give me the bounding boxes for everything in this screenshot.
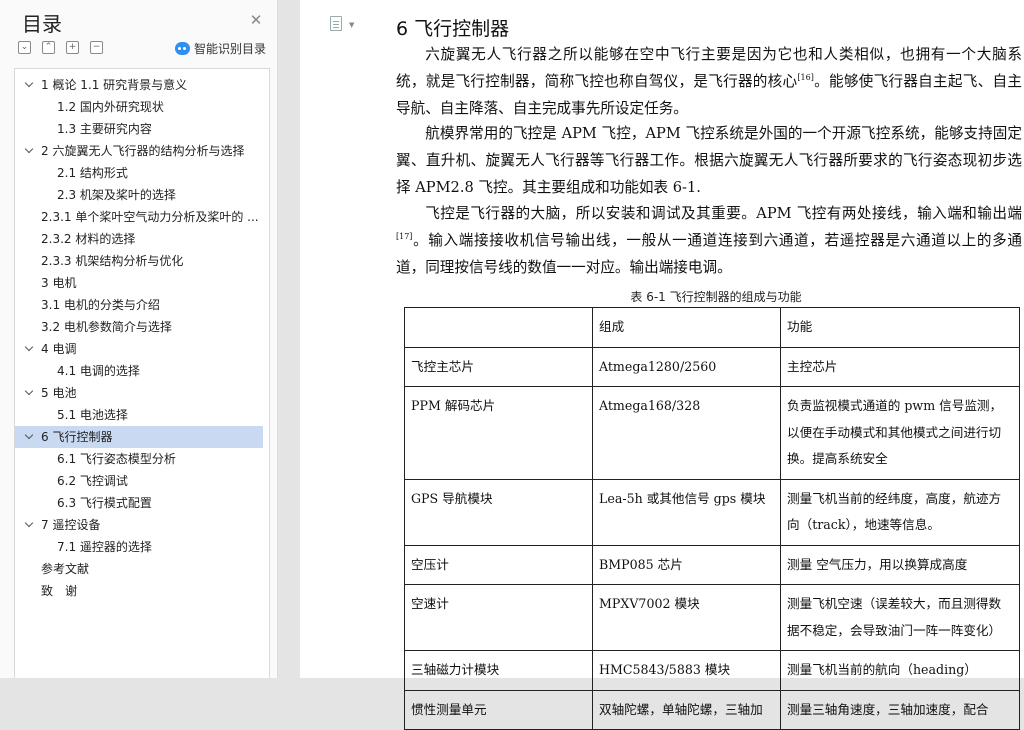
chevron-down-icon[interactable]: ▼ [349, 21, 354, 29]
table-cell: 测量 空气压力，用以换算成高度 [780, 544, 1020, 585]
table-cell: Lea-5h 或其他信号 gps 模块 [592, 478, 781, 546]
toc-item[interactable]: 3.2 电机参数简介与选择 [15, 316, 269, 338]
collapse-all-icon[interactable]: ⌄ [18, 41, 31, 54]
toc-item[interactable]: 3 电机 [15, 272, 269, 294]
chevron-down-icon[interactable] [25, 520, 34, 529]
table-cell: BMP085 芯片 [592, 544, 781, 585]
toc-item[interactable]: 6.2 飞控调试 [15, 470, 269, 492]
table-row: 空速计 MPXV7002 模块 测量飞机空速（误差较大，而且测得数据不稳定，会导… [404, 584, 1020, 651]
table-cell: 测量三轴角速度，三轴加速度，配合 [780, 689, 1020, 730]
chevron-down-icon[interactable] [25, 80, 34, 89]
toc-item[interactable]: 3.1 电机的分类与介绍 [15, 294, 269, 316]
citation: [16] [797, 72, 814, 82]
document-page: ▼ 6 飞行控制器 六旋翼无人飞行器之所以能够在空中飞行主要是因为它也和人类相似… [300, 0, 1024, 730]
remove-icon[interactable]: − [90, 41, 103, 54]
toc-list: 1 概论 1.1 研究背景与意义 1.2 国内外研究现状 1.3 主要研究内容 … [14, 68, 270, 678]
table-cell: 飞控主芯片 [404, 346, 593, 387]
chevron-down-icon[interactable] [25, 344, 34, 353]
paragraph: 六旋翼无人飞行器之所以能够在空中飞行主要是因为它也和人类相似，也拥有一个大脑系统… [396, 46, 1022, 117]
table-cell: 惯性测量单元 [404, 689, 593, 730]
table-cell: 测量飞机空速（误差较大，而且测得数据不稳定，会导致油门一阵一阵变化） [780, 584, 1020, 651]
toc-item[interactable]: 6.3 飞行模式配置 [15, 492, 269, 514]
chevron-down-icon[interactable] [25, 432, 34, 441]
close-icon[interactable]: ✕ [248, 12, 264, 28]
toc-item[interactable]: 4 电调 [15, 338, 269, 360]
table-cell: 双轴陀螺，单轴陀螺，三轴加 [592, 689, 781, 730]
toc-item[interactable]: 致 谢 [15, 580, 269, 602]
add-icon[interactable]: + [66, 41, 79, 54]
table-row: PPM 解码芯片 Atmega168/328 负责监视模式通道的 pwm 信号监… [404, 386, 1020, 480]
toc-item[interactable]: 2.3.2 材料的选择 [15, 228, 269, 250]
table-row: 空压计 BMP085 芯片 测量 空气压力，用以换算成高度 [404, 544, 1020, 585]
toc-title: 目录 [22, 12, 62, 36]
toc-item[interactable]: 7 遥控设备 [15, 514, 269, 536]
toc-item[interactable]: 2.3.1 单个桨叶空气动力分析及桨叶的 ... [15, 206, 269, 228]
section-heading: 6 飞行控制器 [396, 18, 510, 40]
data-table: 组成 功能 飞控主芯片 Atmega1280/2560 主控芯片 PPM 解码芯… [404, 307, 1020, 730]
header-cell [404, 307, 593, 348]
table-cell: MPXV7002 模块 [592, 584, 781, 651]
toc-item[interactable]: 1.3 主要研究内容 [15, 118, 269, 140]
table-header-row: 组成 功能 [404, 307, 1020, 348]
toc-sidebar: 目录 ✕ ⌄ ⌃ + − 智能识别目录 1 概论 1.1 研究背景与意义 1.2… [0, 0, 278, 678]
smart-toc-label: 智能识别目录 [194, 42, 267, 56]
toc-item-selected[interactable]: 6 飞行控制器 [15, 426, 263, 448]
table-cell: 测量飞机当前的经纬度，高度，航迹方向（track），地速等信息。 [780, 478, 1020, 546]
table-cell: 三轴磁力计模块 [404, 650, 593, 691]
chevron-down-icon[interactable] [25, 146, 34, 155]
smart-toc-button[interactable]: 智能识别目录 [175, 40, 266, 57]
expand-all-icon[interactable]: ⌃ [42, 41, 55, 54]
toc-item[interactable]: 1 概论 1.1 研究背景与意义 [15, 74, 269, 96]
toc-item[interactable]: 参考文献 [15, 558, 269, 580]
toc-item[interactable]: 2.3 机架及桨叶的选择 [15, 184, 269, 206]
toc-item[interactable]: 5.1 电池选择 [15, 404, 269, 426]
table-cell: PPM 解码芯片 [404, 386, 593, 480]
table-row: GPS 导航模块 Lea-5h 或其他信号 gps 模块 测量飞机当前的经纬度，… [404, 478, 1020, 546]
table-cell: 测量飞机当前的航向（heading） [780, 650, 1020, 691]
table-cell: 空压计 [404, 544, 593, 585]
table-cell: 负责监视模式通道的 pwm 信号监测，以便在手动模式和其他模式之间进行切换。提高… [780, 386, 1020, 480]
header-cell: 功能 [780, 307, 1020, 348]
table-row: 三轴磁力计模块 HMC5843/5883 模块 测量飞机当前的航向（headin… [404, 650, 1020, 691]
table-cell: Atmega168/328 [592, 386, 781, 480]
toc-item[interactable]: 1.2 国内外研究现状 [15, 96, 269, 118]
document-icon[interactable] [330, 16, 342, 31]
toc-item[interactable]: 6.1 飞行姿态模型分析 [15, 448, 269, 470]
table-row: 惯性测量单元 双轴陀螺，单轴陀螺，三轴加 测量三轴角速度，三轴加速度，配合 [404, 689, 1020, 730]
toc-item[interactable]: 2 六旋翼无人飞行器的结构分析与选择 [15, 140, 269, 162]
header-cell: 组成 [592, 307, 781, 348]
table-cell: GPS 导航模块 [404, 478, 593, 546]
table-caption: 表 6-1 飞行控制器的组成与功能 [630, 290, 802, 304]
chevron-down-icon[interactable] [25, 388, 34, 397]
toc-item[interactable]: 2.1 结构形式 [15, 162, 269, 184]
table-cell: 主控芯片 [780, 346, 1020, 387]
toc-item[interactable]: 4.1 电调的选择 [15, 360, 269, 382]
citation: [17] [396, 231, 413, 241]
table-cell: HMC5843/5883 模块 [592, 650, 781, 691]
paragraph: 航模界常用的飞控是 APM 飞控，APM 飞控系统是外国的一个开源飞控系统，能够… [396, 125, 1022, 196]
table-cell: Atmega1280/2560 [592, 346, 781, 387]
paragraph: 飞控是飞行器的大脑，所以安装和调试及其重要。APM 飞控有两处接线，输入端和输出… [396, 205, 1022, 276]
toc-item[interactable]: 7.1 遥控器的选择 [15, 536, 269, 558]
table-row: 飞控主芯片 Atmega1280/2560 主控芯片 [404, 346, 1020, 387]
ai-icon [175, 42, 190, 55]
table-cell: 空速计 [404, 584, 593, 651]
toc-item[interactable]: 5 电池 [15, 382, 269, 404]
toc-item[interactable]: 2.3.3 机架结构分析与优化 [15, 250, 269, 272]
